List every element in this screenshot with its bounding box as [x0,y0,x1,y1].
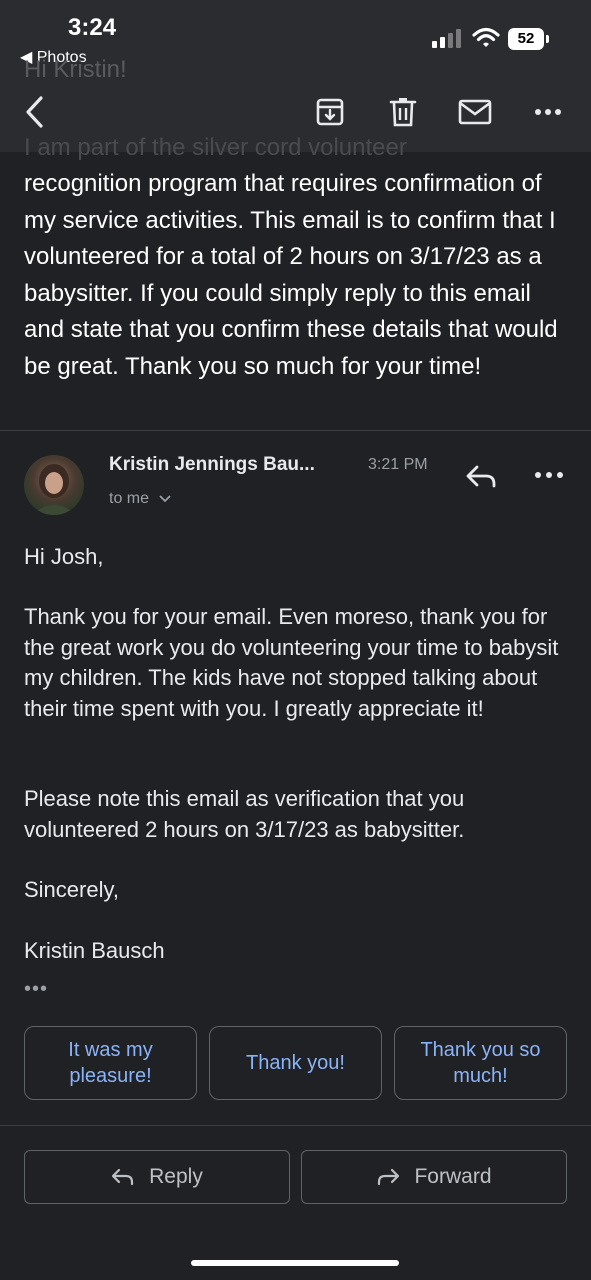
message-time: 3:21 PM [368,456,428,473]
message-greeting: Hi Josh, [24,544,104,569]
chevron-down-icon [159,495,172,503]
smart-reply-pleasure[interactable]: It was my pleasure! [24,1026,197,1100]
reply-button-label: Reply [149,1165,203,1188]
message-paragraph-1: Thank you for your email. Even moreso, t… [24,604,559,721]
sender-avatar[interactable] [24,455,84,515]
reply-button[interactable]: Reply [24,1150,290,1204]
recipient-label: to me [109,490,150,507]
forward-button-label: Forward [414,1165,492,1188]
smart-reply-thank-you-so-much[interactable]: Thank you so much! [394,1026,567,1100]
actions-divider [0,1125,591,1126]
reply-arrow-icon [112,1168,134,1186]
battery-level: 52 [508,28,544,50]
message-paragraph-2: Please note this email as verification t… [24,786,465,842]
reply-icon[interactable] [464,459,498,493]
message-more-icon[interactable] [532,462,566,488]
archive-icon[interactable] [312,94,348,130]
recipient-details-toggle[interactable]: to me [109,490,172,508]
mail-icon[interactable] [457,94,493,130]
message-signature: Kristin Bausch [24,938,165,963]
cellular-signal-icon [432,29,461,48]
battery-icon: 52 [508,28,550,50]
faded-first-line: I am part of the silver cord volunteer [24,134,407,161]
more-options-icon[interactable] [530,94,566,130]
trash-icon[interactable] [385,94,421,130]
message-closing: Sincerely, [24,877,119,902]
home-indicator[interactable] [191,1260,399,1266]
sender-name[interactable]: Kristin Jennings Bau... [109,454,315,476]
forward-button[interactable]: Forward [301,1150,567,1204]
wifi-icon [472,27,500,47]
status-time: 3:24 [68,14,117,41]
smart-reply-thank-you[interactable]: Thank you! [209,1026,382,1100]
message-divider [0,430,591,431]
show-trimmed-content-button[interactable]: ••• [24,978,48,1001]
forward-icon [378,1168,400,1186]
previous-message-body: recognition program that requires confir… [24,170,558,380]
back-icon[interactable] [16,94,52,130]
